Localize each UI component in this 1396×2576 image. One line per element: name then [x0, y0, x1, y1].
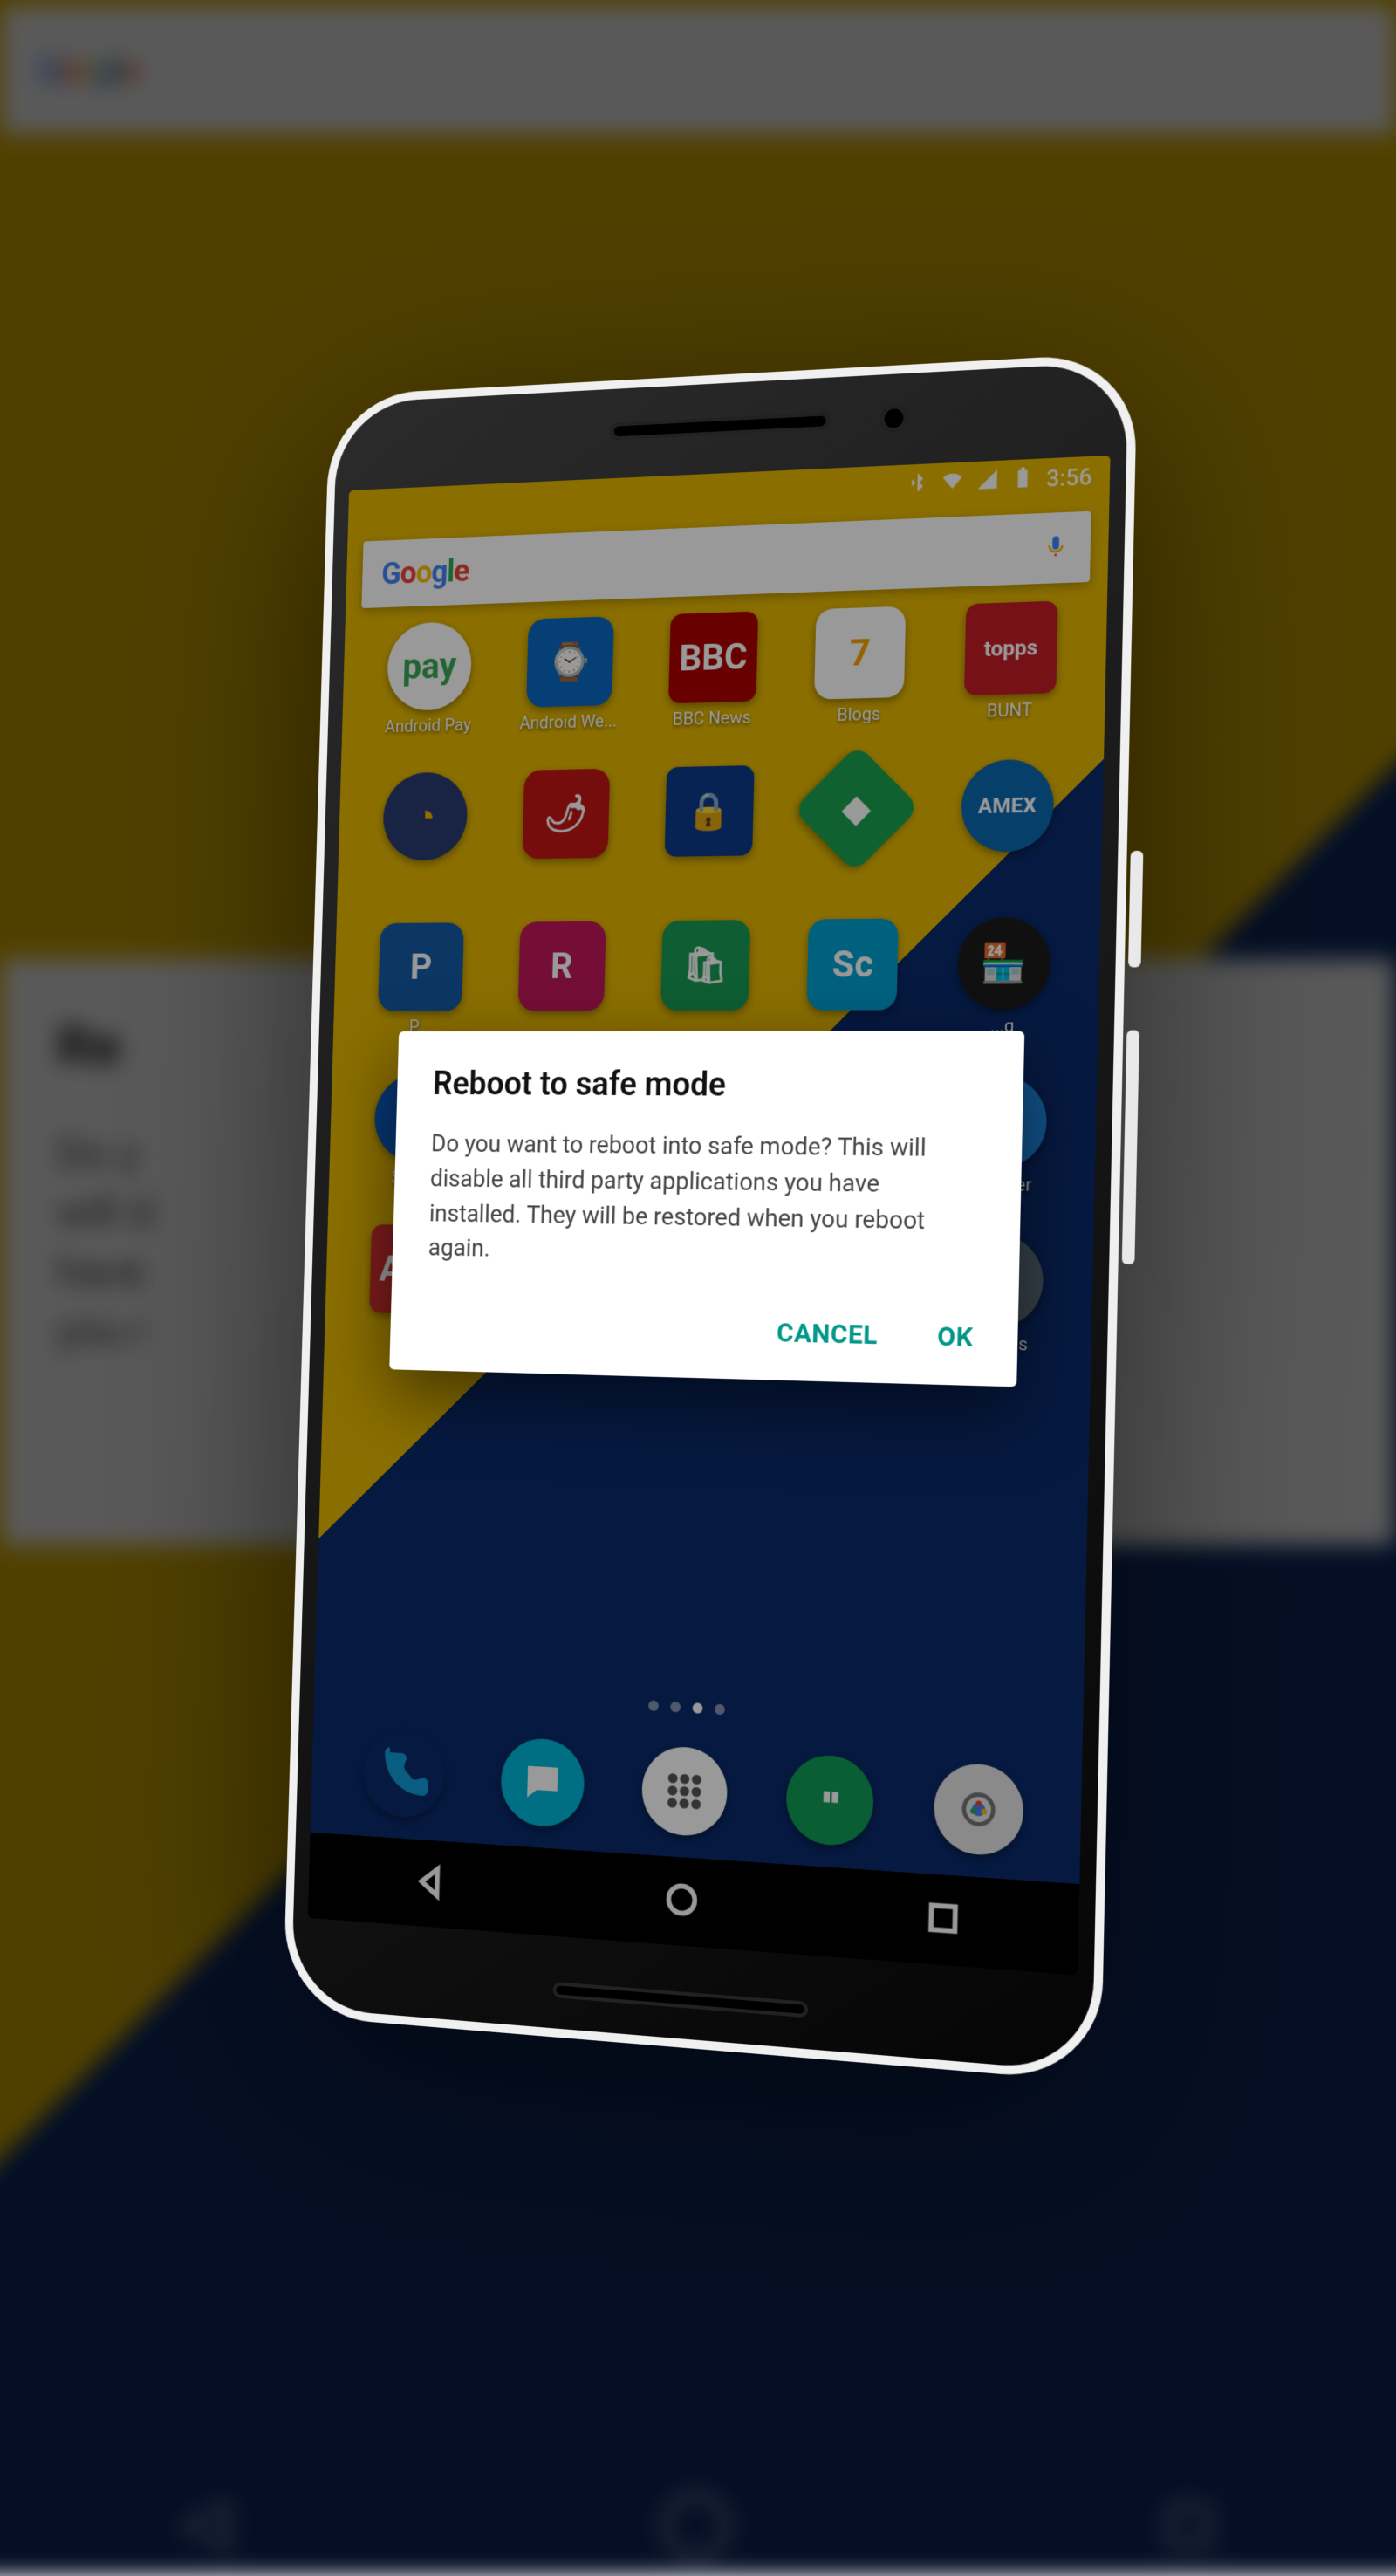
- power-button: [1128, 851, 1143, 968]
- cancel-button[interactable]: CANCEL: [771, 1307, 884, 1362]
- phone-device: 3:56 Google payAndroid Pay⌚Android We...…: [283, 353, 1138, 2083]
- safe-mode-dialog: Reboot to safe mode Do you want to reboo…: [389, 1031, 1024, 1387]
- phone-screen: 3:56 Google payAndroid Pay⌚Android We...…: [308, 456, 1111, 1976]
- dialog-title: Reboot to safe mode: [433, 1065, 985, 1106]
- stage: 3:56 Google payAndroid Pay⌚Android We...…: [0, 0, 1396, 2513]
- dialog-actions: CANCEL OK: [426, 1299, 980, 1364]
- dialog-scrim: Reboot to safe mode Do you want to reboo…: [308, 456, 1111, 1976]
- ok-button[interactable]: OK: [931, 1311, 979, 1365]
- volume-rocker: [1122, 1031, 1139, 1264]
- dialog-body: Do you want to reboot into safe mode? Th…: [428, 1127, 983, 1276]
